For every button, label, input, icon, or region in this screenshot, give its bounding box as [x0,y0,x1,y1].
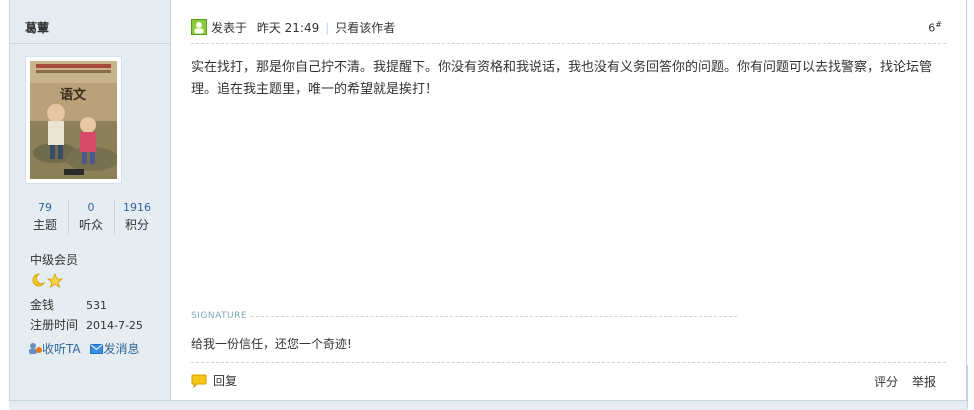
page-edge [967,365,974,409]
page-margin-left [0,0,9,409]
post-frame [9,0,967,402]
